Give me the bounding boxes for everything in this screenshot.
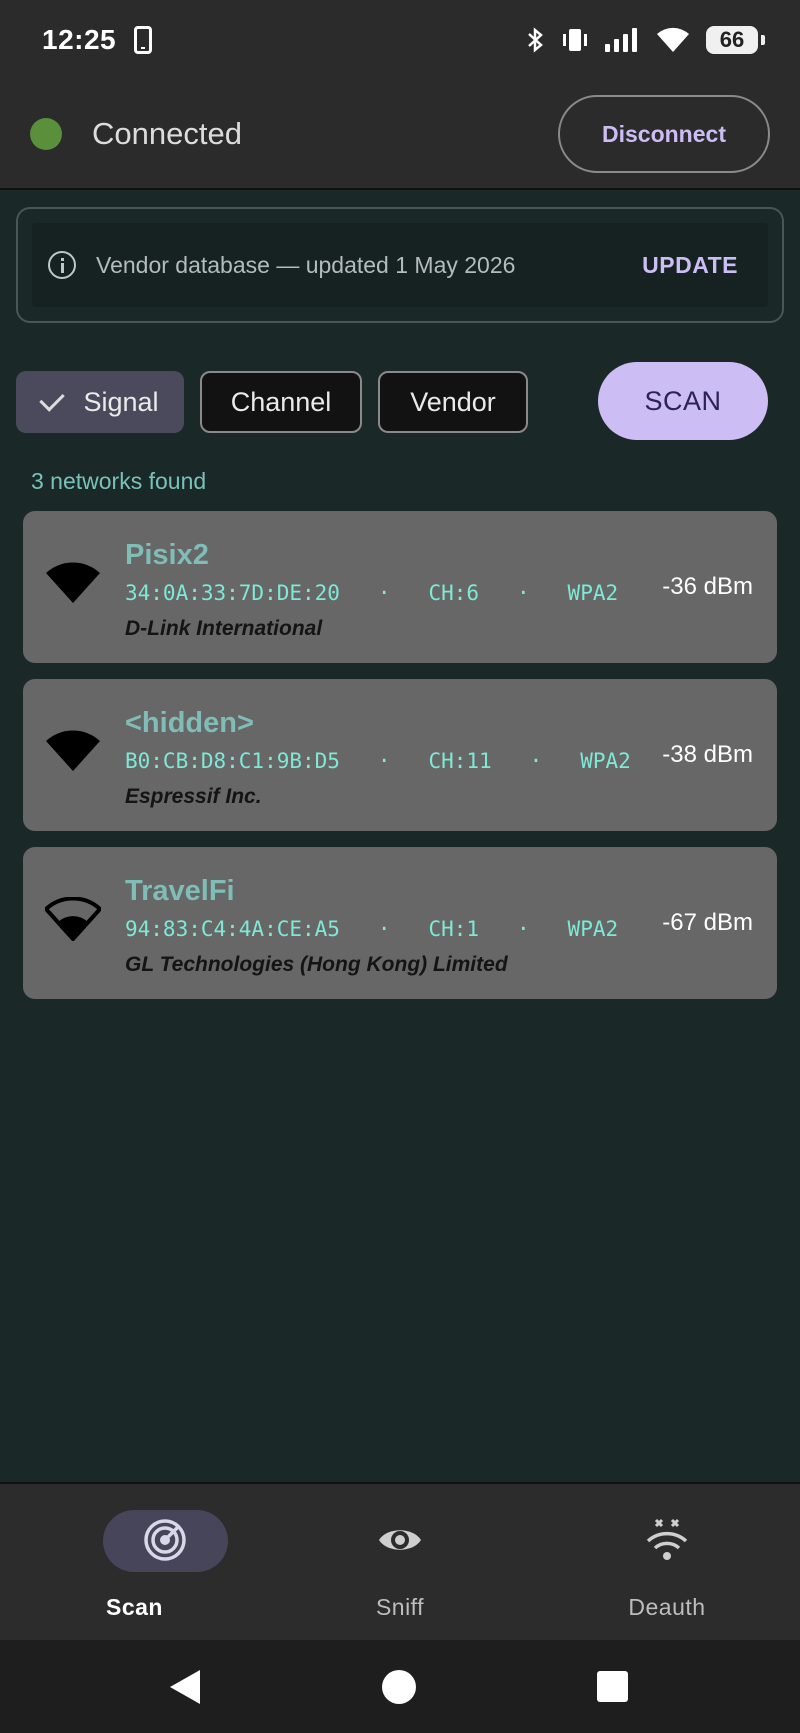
network-channel: CH:1 [428, 917, 480, 941]
connection-status-label: Connected [92, 116, 242, 151]
network-rssi: -36 dBm [662, 573, 753, 600]
nav-label-deauth: Deauth [628, 1594, 706, 1620]
network-vendor: Espressif Inc. [125, 785, 262, 808]
bottom-navigation: Scan Sniff Deauth [0, 1482, 800, 1640]
filter-chip-label: Vendor [410, 386, 496, 417]
nav-label-sniff: Sniff [375, 1594, 425, 1620]
battery-icon: 66 [706, 26, 765, 54]
vendor-database-text: Vendor database — updated 1 May 2026 [96, 251, 516, 278]
network-meta: 94:83:C4:4A:CE:A5 · CH:1 · WPA2 [125, 917, 619, 941]
back-icon[interactable] [170, 1670, 200, 1704]
network-ssid: <hidden> [125, 707, 254, 739]
phone-icon [134, 26, 153, 54]
connection-status-dot [30, 118, 62, 150]
network-list-item[interactable]: <hidden> B0:CB:D8:C1:9B:D5 · CH:11 · WPA… [23, 679, 777, 831]
sort-filter-row: Signal Channel Vendor [16, 362, 544, 442]
disconnect-button[interactable]: Disconnect [558, 95, 770, 173]
wifi-medium-icon [45, 897, 101, 941]
check-icon [39, 386, 66, 412]
filter-chip-channel[interactable]: Channel [200, 371, 362, 433]
scan-button[interactable]: SCAN [598, 362, 768, 440]
system-navigation-bar [0, 1640, 800, 1733]
network-rssi: -38 dBm [662, 741, 753, 768]
network-security: WPA2 [567, 917, 619, 941]
connection-bar: Connected Disconnect [0, 80, 800, 190]
vibrate-icon [563, 29, 587, 51]
status-bar: 12:25 66 [0, 0, 800, 80]
filter-chip-signal[interactable]: Signal [16, 371, 184, 433]
network-channel: CH:6 [428, 581, 480, 605]
status-time: 12:25 [42, 24, 117, 55]
filter-chip-label: Signal [83, 386, 159, 417]
nav-label-scan: Scan [106, 1594, 163, 1620]
network-vendor: GL Technologies (Hong Kong) Limited [125, 953, 508, 976]
wifi-icon [657, 27, 689, 52]
filter-chip-vendor[interactable]: Vendor [378, 371, 528, 433]
recent-apps-icon[interactable] [597, 1671, 628, 1702]
status-icons: 66 [526, 26, 765, 54]
home-icon[interactable] [382, 1670, 416, 1704]
network-bssid: B0:CB:D8:C1:9B:D5 [125, 749, 340, 773]
network-security: WPA2 [567, 581, 619, 605]
network-rssi: -67 dBm [662, 909, 753, 936]
nav-item-sniff[interactable]: Sniff [300, 1484, 500, 1642]
network-list-item[interactable]: TravelFi 94:83:C4:4A:CE:A5 · CH:1 · WPA2… [23, 847, 777, 999]
vendor-database-card: Vendor database — updated 1 May 2026 UPD… [16, 207, 784, 323]
network-bssid: 94:83:C4:4A:CE:A5 [125, 917, 340, 941]
networks-count: 3 networks found [31, 468, 207, 494]
network-list-item[interactable]: Pisix2 34:0A:33:7D:DE:20 · CH:6 · WPA2 D… [23, 511, 777, 663]
filter-chip-label: Channel [230, 386, 332, 417]
network-meta: 34:0A:33:7D:DE:20 · CH:6 · WPA2 [125, 581, 619, 605]
network-meta: B0:CB:D8:C1:9B:D5 · CH:11 · WPA2 [125, 749, 631, 773]
network-ssid: TravelFi [125, 875, 235, 907]
wifi-off-icon [646, 1518, 688, 1560]
network-channel: CH:11 [428, 749, 492, 773]
eye-icon [379, 1530, 421, 1550]
network-security: WPA2 [580, 749, 631, 773]
bluetooth-icon [528, 27, 543, 53]
network-ssid: Pisix2 [125, 539, 209, 571]
nav-item-scan[interactable]: Scan [33, 1484, 233, 1642]
network-bssid: 34:0A:33:7D:DE:20 [125, 581, 340, 605]
update-button[interactable]: UPDATE [642, 252, 738, 279]
wifi-full-icon [46, 562, 100, 603]
network-vendor: D-Link International [125, 617, 323, 640]
radar-icon [144, 1519, 186, 1561]
nav-item-deauth[interactable]: Deauth [567, 1484, 767, 1642]
wifi-full-icon [46, 730, 100, 771]
info-icon [48, 251, 76, 279]
vendor-database-banner: Vendor database — updated 1 May 2026 UPD… [32, 223, 768, 307]
cell-signal-icon [605, 28, 637, 52]
